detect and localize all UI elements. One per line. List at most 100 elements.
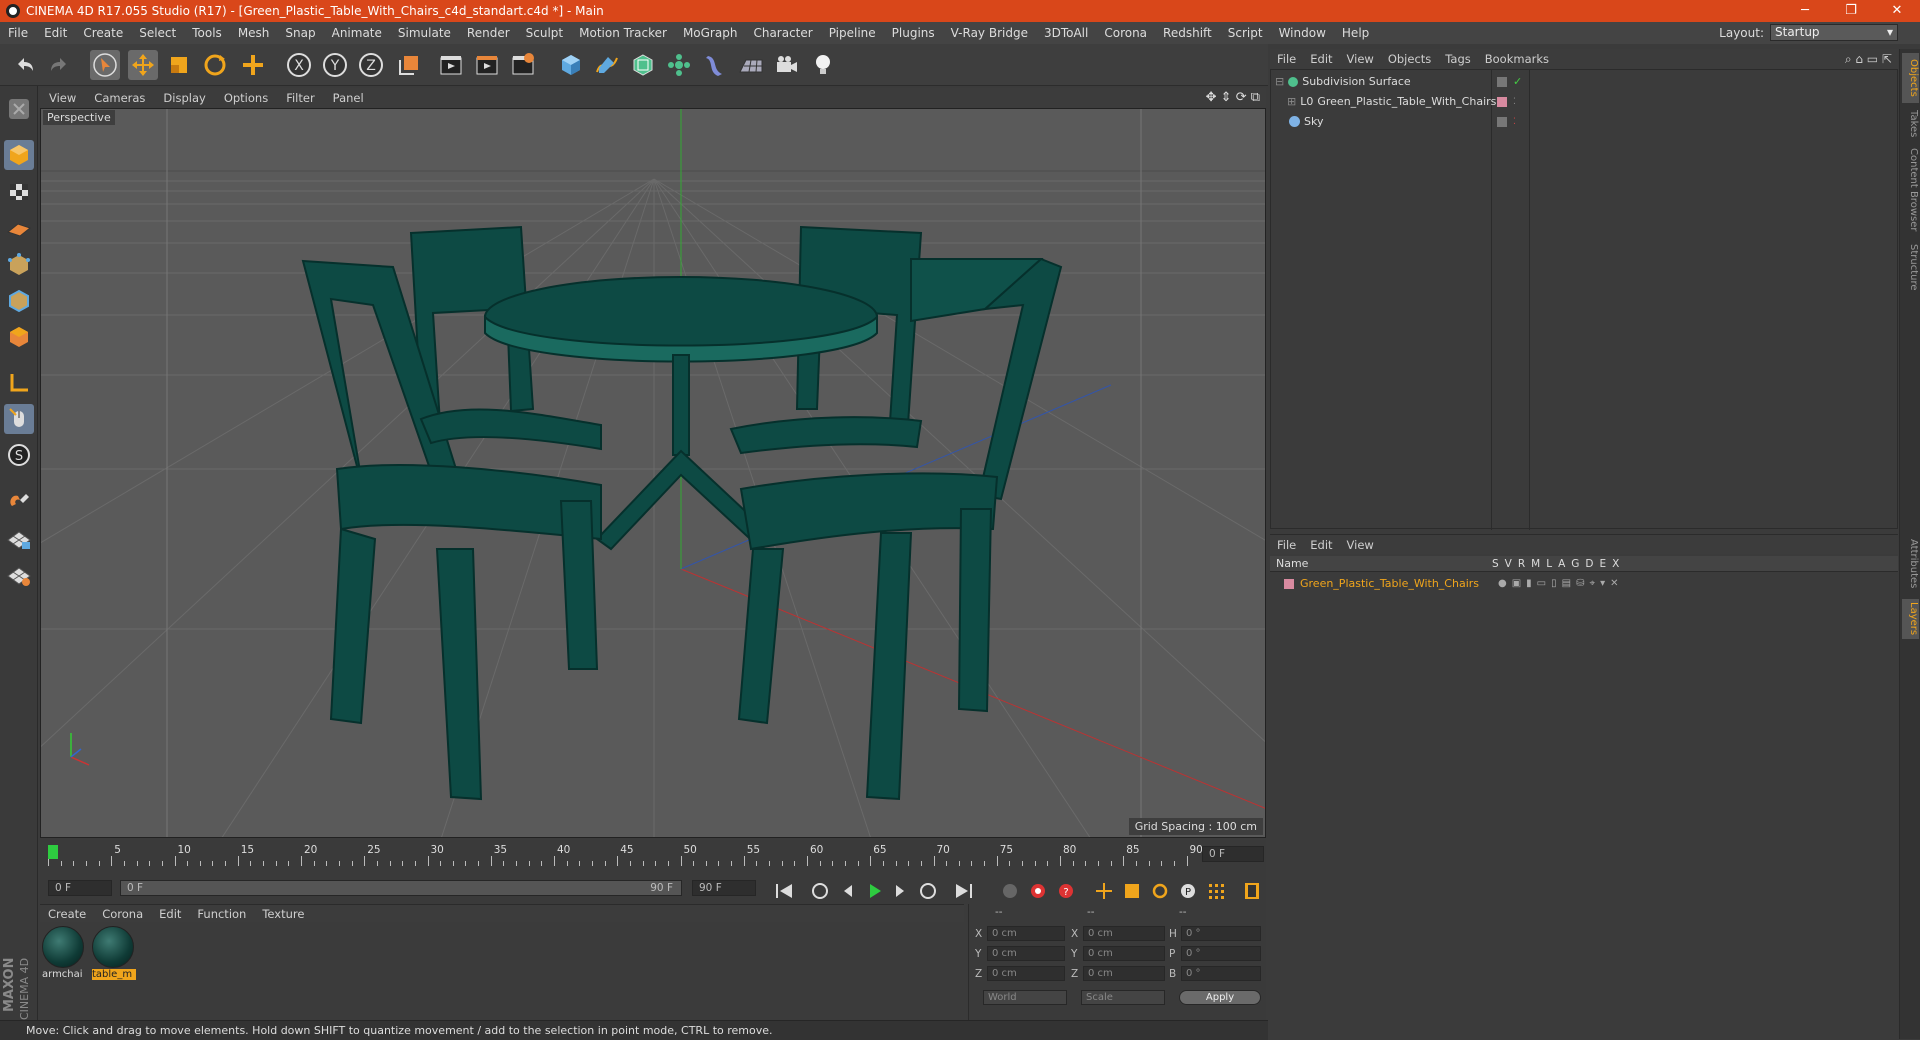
material-menu-texture[interactable]: Texture: [254, 907, 312, 921]
menu-vray-bridge[interactable]: V-Ray Bridge: [943, 26, 1036, 40]
layer-col-animation[interactable]: A: [1558, 558, 1565, 570]
minimize-button[interactable]: ─: [1782, 0, 1828, 22]
end-frame-field[interactable]: 90 F: [692, 880, 756, 896]
pen-spline-icon[interactable]: [592, 50, 622, 80]
layer-col-generators[interactable]: G: [1571, 558, 1579, 570]
play-icon[interactable]: [862, 880, 886, 902]
viewport-menu-panel[interactable]: Panel: [324, 91, 373, 105]
viewport-3d[interactable]: Perspective Grid Spacing : 100 cm: [40, 108, 1266, 838]
size-y-field[interactable]: 0 cm: [1083, 946, 1165, 961]
motion-record-icon[interactable]: [998, 880, 1022, 902]
material-menu-corona[interactable]: Corona: [94, 907, 151, 921]
layer-col-manager[interactable]: M: [1531, 558, 1540, 570]
menu-help[interactable]: Help: [1334, 26, 1377, 40]
render-view-icon[interactable]: [436, 50, 466, 80]
light-icon[interactable]: [808, 50, 838, 80]
timeline-playhead[interactable]: [48, 845, 58, 859]
points-mode-icon[interactable]: [4, 250, 34, 280]
timeline-ruler[interactable]: 051015202530354045505560657075808590 0 F: [40, 840, 1266, 874]
layer-col-deformers[interactable]: D: [1585, 558, 1593, 570]
size-z-field[interactable]: 0 cm: [1083, 966, 1165, 981]
layer-col-solo[interactable]: S: [1492, 558, 1499, 570]
menu-select[interactable]: Select: [131, 26, 184, 40]
camera-icon[interactable]: [772, 50, 802, 80]
restore-button[interactable]: ❐: [1828, 0, 1874, 22]
next-frame-icon[interactable]: [888, 880, 912, 902]
menu-snap[interactable]: Snap: [277, 26, 323, 40]
rotation-b-field[interactable]: 0 °: [1181, 966, 1261, 981]
menu-sculpt[interactable]: Sculpt: [518, 26, 571, 40]
tab-layers[interactable]: Layers: [1902, 599, 1919, 639]
object-manager-search-icon[interactable]: ⌕ ⌂ ▭ ⇱: [1845, 52, 1892, 67]
size-mode-select[interactable]: Scale: [1081, 990, 1165, 1005]
previous-key-icon[interactable]: [808, 880, 832, 902]
menu-mograph[interactable]: MoGraph: [675, 26, 746, 40]
deformer-icon[interactable]: [700, 50, 730, 80]
make-editable-icon[interactable]: [4, 94, 34, 124]
position-z-field[interactable]: 0 cm: [987, 966, 1065, 981]
array-icon[interactable]: [664, 50, 694, 80]
key-pla-icon[interactable]: [1204, 880, 1228, 902]
viewport-menu-options[interactable]: Options: [215, 91, 277, 105]
position-y-field[interactable]: 0 cm: [987, 946, 1065, 961]
material-menu-function[interactable]: Function: [189, 907, 254, 921]
menu-pipeline[interactable]: Pipeline: [821, 26, 884, 40]
previous-frame-icon[interactable]: [836, 880, 860, 902]
object-row-subdivision-surface[interactable]: ⊟ Subdivision Surface ✓: [1271, 72, 1897, 91]
move-plus-icon[interactable]: [238, 50, 268, 80]
viewport-menu-display[interactable]: Display: [154, 91, 214, 105]
material-armchair[interactable]: armchai: [42, 926, 86, 980]
texture-mode-icon[interactable]: [4, 176, 34, 206]
object-menu-file[interactable]: File: [1270, 52, 1303, 66]
tab-takes[interactable]: Takes: [1902, 107, 1919, 141]
object-menu-objects[interactable]: Objects: [1381, 52, 1438, 66]
layer-col-render[interactable]: R: [1518, 558, 1525, 570]
rotate-icon[interactable]: [200, 50, 230, 80]
material-menu-create[interactable]: Create: [40, 907, 94, 921]
object-row-table-with-chairs[interactable]: ⊞ L0 Green_Plastic_Table_With_Chairs ⁚: [1271, 92, 1897, 111]
object-menu-view[interactable]: View: [1340, 52, 1381, 66]
next-key-icon[interactable]: [916, 880, 940, 902]
timeline-window-icon[interactable]: [1240, 880, 1264, 902]
visibility-dots-icon[interactable]: ⁚: [1513, 117, 1516, 127]
position-x-field[interactable]: 0 cm: [987, 926, 1065, 941]
collapse-toggle-icon[interactable]: ⊟: [1275, 75, 1284, 88]
tab-structure[interactable]: Structure: [1902, 239, 1919, 295]
menu-script[interactable]: Script: [1220, 26, 1271, 40]
x-axis-icon[interactable]: X: [284, 50, 314, 80]
object-menu-tags[interactable]: Tags: [1438, 52, 1477, 66]
close-button[interactable]: ✕: [1874, 0, 1920, 22]
menu-plugins[interactable]: Plugins: [884, 26, 943, 40]
viewport-menu-view[interactable]: View: [40, 91, 85, 105]
menu-file[interactable]: File: [0, 26, 36, 40]
coordinate-mode-select[interactable]: World: [983, 990, 1067, 1005]
go-to-end-icon[interactable]: [952, 880, 976, 902]
scale-icon[interactable]: [164, 50, 194, 80]
enabled-check-icon[interactable]: ✓: [1513, 75, 1522, 88]
rotation-p-field[interactable]: 0 °: [1181, 946, 1261, 961]
select-arrow-icon[interactable]: [90, 50, 120, 80]
record-active-icon[interactable]: [1026, 880, 1050, 902]
workplane-icon[interactable]: [4, 212, 34, 242]
rotation-h-field[interactable]: 0 °: [1181, 926, 1261, 941]
magnet-icon[interactable]: [4, 486, 34, 516]
redo-icon[interactable]: [44, 50, 74, 80]
floor-grid-icon[interactable]: [736, 50, 766, 80]
key-position-icon[interactable]: [1092, 880, 1116, 902]
material-menu-edit[interactable]: Edit: [151, 907, 189, 921]
layer-row[interactable]: Green_Plastic_Table_With_Chairs ●▣▮▭▯▤⛁⌖…: [1270, 574, 1896, 593]
tab-attributes[interactable]: Attributes: [1902, 533, 1919, 595]
move-icon[interactable]: [128, 50, 158, 80]
key-scale-icon[interactable]: [1120, 880, 1144, 902]
tab-content-browser[interactable]: Content Browser: [1902, 145, 1919, 235]
menu-redshift[interactable]: Redshift: [1155, 26, 1220, 40]
menu-window[interactable]: Window: [1271, 26, 1334, 40]
coordinate-system-icon[interactable]: [394, 50, 424, 80]
model-mode-icon[interactable]: [4, 140, 34, 170]
layer-toggle-icons[interactable]: ●▣▮▭▯▤⛁⌖▾✕: [1498, 578, 1623, 589]
layer-col-locked[interactable]: L: [1546, 558, 1552, 570]
material-table[interactable]: table_m: [92, 926, 136, 980]
grid-snap-icon[interactable]: [4, 560, 34, 590]
render-picture-viewer-icon[interactable]: [472, 50, 502, 80]
layer-col-expressions[interactable]: E: [1600, 558, 1607, 570]
